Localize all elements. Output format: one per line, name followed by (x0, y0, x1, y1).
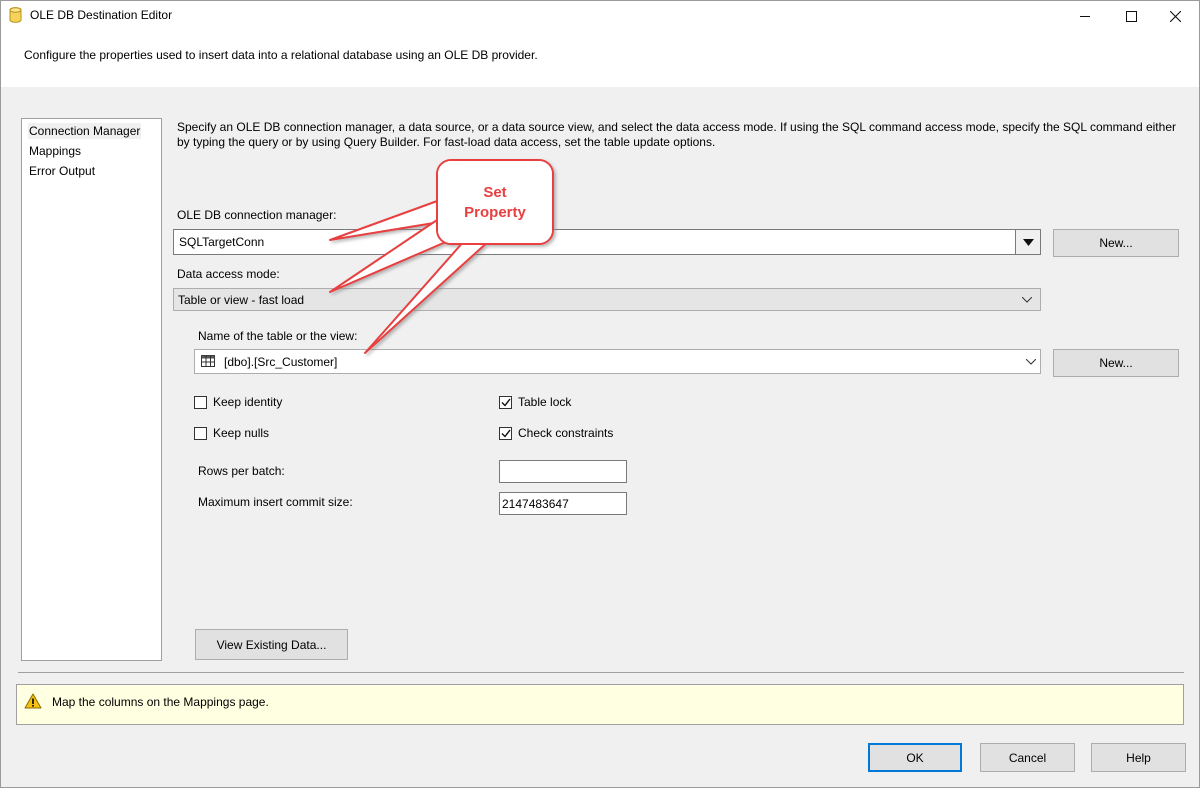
warning-icon (24, 693, 42, 712)
callout-line-2: Property (464, 204, 526, 221)
separator (18, 672, 1184, 673)
callout-arrows (329, 159, 554, 354)
callout-label: Set Property (440, 183, 550, 223)
callout-line-1: Set (483, 184, 507, 201)
ok-button[interactable]: OK (868, 743, 962, 772)
warning-message: Map the columns on the Mappings page. (52, 695, 269, 709)
cancel-button[interactable]: Cancel (980, 743, 1075, 772)
help-button[interactable]: Help (1091, 743, 1186, 772)
